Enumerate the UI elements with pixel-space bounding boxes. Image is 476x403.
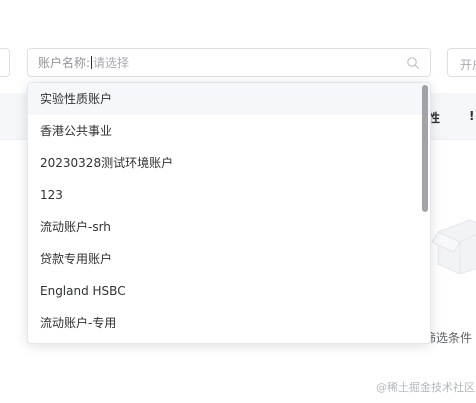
dropdown-option[interactable]: 香港公共事业	[28, 115, 430, 147]
dropdown-scrollbar[interactable]	[422, 85, 428, 341]
text-caret	[91, 56, 93, 69]
account-name-dropdown[interactable]: 实验性质账户 香港公共事业 20230328测试环境账户 123 流动账户-srh 贷款专…	[27, 82, 431, 344]
previous-filter-input[interactable]	[0, 48, 10, 77]
empty-state-text: 筛选条件	[424, 331, 473, 345]
table-header-cell: !	[469, 109, 475, 123]
dropdown-option[interactable]: England HSBC	[28, 275, 430, 307]
open-account-filter-label: 开户	[460, 58, 476, 72]
dropdown-option[interactable]: 实验性质账户	[28, 83, 430, 115]
dropdown-option[interactable]: 流动账户-专用	[28, 307, 430, 339]
account-name-select[interactable]: 账户名称:	[27, 48, 431, 77]
open-account-filter-input[interactable]: 开户	[447, 48, 476, 77]
account-name-label: 账户名称:	[38, 56, 91, 70]
dropdown-option[interactable]: 贷款专用账户	[28, 243, 430, 275]
dropdown-list: 实验性质账户 香港公共事业 20230328测试环境账户 123 流动账户-srh 贷款专…	[28, 83, 430, 339]
dropdown-option[interactable]: 20230328测试环境账户	[28, 147, 430, 179]
watermark: @稀土掘金技术社区	[376, 381, 475, 394]
dropdown-option[interactable]: 流动账户-srh	[28, 211, 430, 243]
search-icon	[407, 56, 420, 69]
dropdown-scrollbar-thumb[interactable]	[422, 85, 428, 212]
account-name-input[interactable]	[93, 55, 406, 70]
dropdown-option[interactable]: 123	[28, 179, 430, 211]
empty-box-icon	[431, 219, 476, 274]
